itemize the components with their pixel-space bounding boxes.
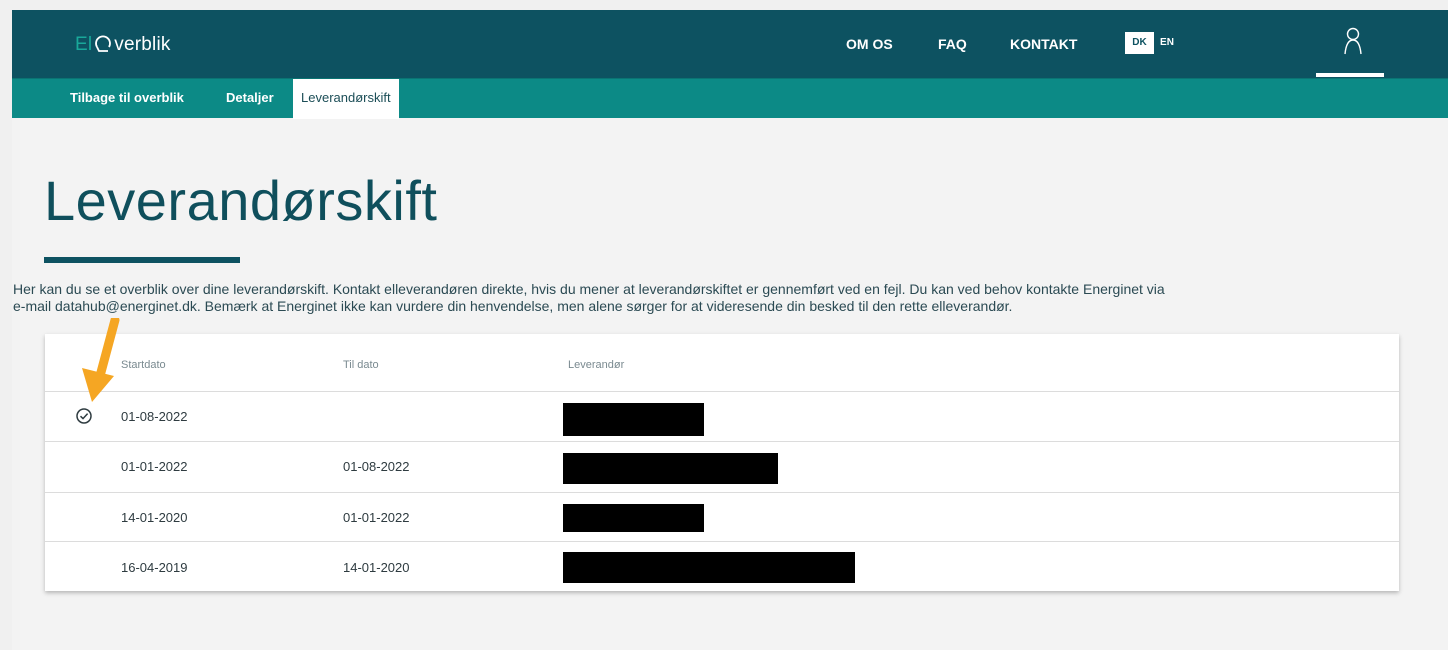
intro-text: Her kan du se et overblik over dine leve… xyxy=(13,281,1443,315)
row-end-date: 01-08-2022 xyxy=(343,459,410,474)
top-header: El verblik OM OS FAQ KONTAKT DK EN xyxy=(12,10,1448,78)
user-icon[interactable] xyxy=(1342,26,1364,56)
row-start-date: 01-01-2022 xyxy=(121,459,188,474)
nav-om-os[interactable]: OM OS xyxy=(846,36,893,52)
redacted-supplier xyxy=(563,453,778,484)
tab-details[interactable]: Detaljer xyxy=(226,79,274,119)
sub-navigation: Tilbage til overblik Detaljer Leverandør… xyxy=(12,78,1448,119)
browser-viewport: El verblik OM OS FAQ KONTAKT DK EN Tilba… xyxy=(12,10,1448,650)
page-title: Leverandørskift xyxy=(44,169,438,232)
row-start-date: 16-04-2019 xyxy=(121,560,188,575)
logo-suffix: verblik xyxy=(114,34,171,55)
logo-q-icon xyxy=(95,35,112,52)
redacted-supplier xyxy=(563,552,855,583)
annotation-arrow-icon xyxy=(82,318,120,402)
row-start-date: 14-01-2020 xyxy=(121,510,188,525)
header-end-date: Til dato xyxy=(343,359,379,371)
table-row: 01-08-2022 xyxy=(45,391,1399,441)
supplier-switch-table: Startdato Til dato Leverandør 01-08-2022… xyxy=(45,334,1399,591)
redacted-supplier xyxy=(563,504,704,532)
check-circle-icon xyxy=(76,408,92,424)
table-row: 01-01-2022 01-08-2022 xyxy=(45,441,1399,492)
row-start-date: 01-08-2022 xyxy=(121,409,188,424)
tab-back-to-overview[interactable]: Tilbage til overblik xyxy=(70,79,184,119)
eloverblik-logo[interactable]: El verblik xyxy=(75,34,171,56)
lang-en-button[interactable]: EN xyxy=(1156,32,1178,54)
intro-line-1: Her kan du se et overblik over dine leve… xyxy=(13,281,1165,297)
tab-supplier-switch[interactable]: Leverandørskift xyxy=(293,79,399,119)
title-underline xyxy=(44,257,240,263)
intro-line-2: e-mail datahub@energinet.dk. Bemærk at E… xyxy=(13,298,1013,314)
user-active-underline xyxy=(1316,73,1384,77)
redacted-supplier xyxy=(563,403,704,436)
lang-dk-button[interactable]: DK xyxy=(1125,32,1154,54)
table-row: 14-01-2020 01-01-2022 xyxy=(45,492,1399,541)
header-supplier: Leverandør xyxy=(568,359,625,371)
row-end-date: 01-01-2022 xyxy=(343,510,410,525)
page: El verblik OM OS FAQ KONTAKT DK EN Tilba… xyxy=(0,0,1448,650)
nav-kontakt[interactable]: KONTAKT xyxy=(1010,36,1077,52)
logo-prefix: El xyxy=(75,34,93,55)
nav-faq[interactable]: FAQ xyxy=(938,36,967,52)
table-row: 16-04-2019 14-01-2020 xyxy=(45,541,1399,591)
row-end-date: 14-01-2020 xyxy=(343,560,410,575)
